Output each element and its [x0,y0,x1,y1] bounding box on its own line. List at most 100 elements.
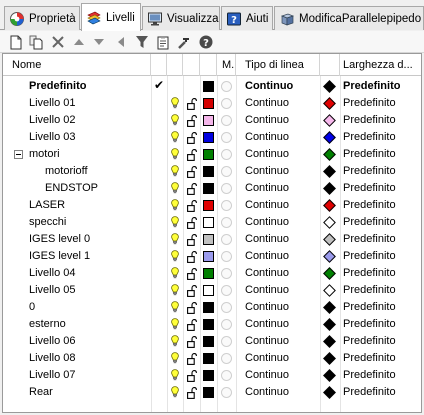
visibility-bulb-icon[interactable] [171,352,179,364]
visibility-bulb-icon[interactable] [171,165,179,177]
print-color-diamond[interactable] [323,165,336,178]
layer-color-swatch[interactable] [203,149,214,160]
layer-color-swatch[interactable] [203,166,214,177]
move-up-icon[interactable] [71,34,87,50]
print-width-value[interactable]: Predefinito [340,316,421,333]
linetype-value[interactable]: Continuo [245,333,320,350]
column-header-lock[interactable] [183,54,200,76]
column-header-print-width[interactable]: Larghezza d... [340,54,421,76]
layer-color-swatch[interactable] [203,302,214,313]
layer-color-swatch[interactable] [203,183,214,194]
layer-color-swatch[interactable] [203,268,214,279]
new-layer-icon[interactable] [8,34,24,50]
print-color-diamond[interactable] [323,148,336,161]
layer-row[interactable]: esterno Continuo Predefinito [3,316,421,333]
print-width-value[interactable]: Predefinito [340,282,421,299]
layer-name[interactable]: IGES level 1 [29,248,151,265]
linetype-value[interactable]: Continuo [245,316,320,333]
print-width-value[interactable]: Predefinito [340,248,421,265]
layer-color-swatch[interactable] [203,81,214,92]
layer-color-swatch[interactable] [203,319,214,330]
material-circle-icon[interactable] [221,81,232,92]
layer-row[interactable]: 0 Continuo Predefinito [3,299,421,316]
layer-color-swatch[interactable] [203,336,214,347]
layer-row[interactable]: Rear Continuo Predefinito [3,384,421,401]
print-width-value[interactable]: Predefinito [340,197,421,214]
tab-display[interactable]: Visualizza [142,6,220,30]
material-circle-icon[interactable] [221,251,232,262]
layer-name[interactable]: ENDSTOP [45,180,151,197]
delete-icon[interactable] [50,34,66,50]
layer-row[interactable]: ENDSTOP Continuo Predefinito [3,180,421,197]
print-width-value[interactable]: Predefinito [340,384,421,401]
column-header-name[interactable]: Nome [3,54,151,76]
unlocked-padlock-icon[interactable] [187,217,197,229]
layer-row[interactable]: IGES level 0 Continuo Predefinito [3,231,421,248]
unlocked-padlock-icon[interactable] [187,166,197,178]
layer-name[interactable]: 0 [29,299,151,316]
linetype-value[interactable]: Continuo [245,384,320,401]
linetype-value[interactable]: Continuo [245,265,320,282]
layer-row[interactable]: specchi Continuo Predefinito [3,214,421,231]
layer-row[interactable]: Livello 08 Continuo Predefinito [3,350,421,367]
print-color-diamond[interactable] [323,97,336,110]
unlocked-padlock-icon[interactable] [187,132,197,144]
material-circle-icon[interactable] [221,217,232,228]
layer-name[interactable]: motori [29,146,151,163]
tab-help[interactable]: ? Aiuti [221,6,273,30]
layer-color-swatch[interactable] [203,98,214,109]
layer-name[interactable]: Livello 04 [29,265,151,282]
layer-row[interactable]: Livello 07 Continuo Predefinito [3,367,421,384]
layer-name[interactable]: Livello 07 [29,367,151,384]
print-color-diamond[interactable] [323,352,336,365]
linetype-value[interactable]: Continuo [245,248,320,265]
tools-icon[interactable] [176,34,192,50]
current-layer-check-icon[interactable]: ✔ [151,78,167,92]
linetype-value[interactable]: Continuo [245,282,320,299]
unlocked-padlock-icon[interactable] [187,149,197,161]
move-down-icon[interactable] [91,34,107,50]
unlocked-padlock-icon[interactable] [187,336,197,348]
unlocked-padlock-icon[interactable] [187,200,197,212]
visibility-bulb-icon[interactable] [171,114,179,126]
linetype-value[interactable]: Continuo [245,78,320,95]
unlocked-padlock-icon[interactable] [187,183,197,195]
unlocked-padlock-icon[interactable] [187,302,197,314]
layer-name[interactable]: Rear [29,384,151,401]
print-width-value[interactable]: Predefinito [340,367,421,384]
unlocked-padlock-icon[interactable] [187,234,197,246]
material-circle-icon[interactable] [221,387,232,398]
visibility-bulb-icon[interactable] [171,131,179,143]
layer-color-swatch[interactable] [203,132,214,143]
print-color-diamond[interactable] [323,114,336,127]
material-circle-icon[interactable] [221,200,232,211]
material-circle-icon[interactable] [221,115,232,126]
filter-icon[interactable] [134,34,150,50]
layer-name[interactable]: Livello 01 [29,95,151,112]
unlocked-padlock-icon[interactable] [187,98,197,110]
move-to-parent-icon[interactable] [113,34,129,50]
layer-row[interactable]: motori Continuo Predefinito [3,146,421,163]
print-color-diamond[interactable] [323,335,336,348]
help-icon[interactable]: ? [198,34,214,50]
print-width-value[interactable]: Predefinito [340,129,421,146]
unlocked-padlock-icon[interactable] [187,319,197,331]
linetype-value[interactable]: Continuo [245,367,320,384]
print-width-value[interactable]: Predefinito [340,146,421,163]
visibility-bulb-icon[interactable] [171,182,179,194]
unlocked-padlock-icon[interactable] [187,387,197,399]
visibility-bulb-icon[interactable] [171,386,179,398]
material-circle-icon[interactable] [221,302,232,313]
layer-color-swatch[interactable] [203,370,214,381]
print-color-diamond[interactable] [323,182,336,195]
layer-row[interactable]: motorioff Continuo Predefinito [3,163,421,180]
layer-name[interactable]: Predefinito [29,78,151,95]
linetype-value[interactable]: Continuo [245,350,320,367]
tab-properties[interactable]: Proprietà [4,6,80,30]
material-circle-icon[interactable] [221,370,232,381]
visibility-bulb-icon[interactable] [171,216,179,228]
layer-name[interactable]: esterno [29,316,151,333]
layer-row[interactable]: Livello 01 Continuo Predefinito [3,95,421,112]
layer-color-swatch[interactable] [203,115,214,126]
column-header-linetype[interactable]: Tipo di linea [236,54,320,76]
